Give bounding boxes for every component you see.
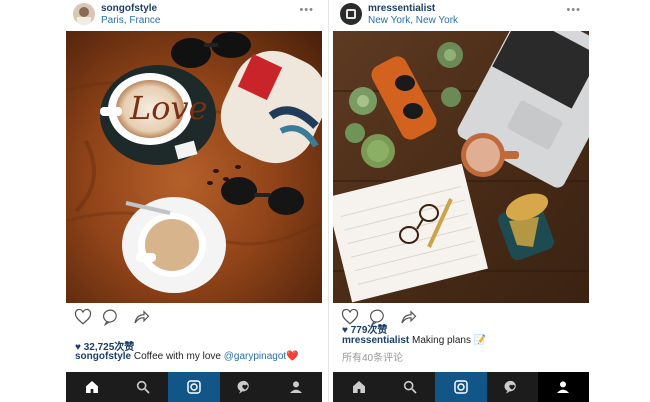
more-options-icon[interactable]: ••• xyxy=(299,4,314,16)
activity-icon xyxy=(504,380,516,394)
nav-search[interactable] xyxy=(117,372,168,402)
search-icon xyxy=(136,380,150,394)
camera-icon xyxy=(187,380,201,394)
caption-text: Coffee with my love xyxy=(131,351,224,362)
caption-mention[interactable]: @garypinagot xyxy=(224,351,286,362)
profile-icon xyxy=(557,381,570,393)
home-icon xyxy=(352,381,365,393)
caption: mressentialist Making plans 📝 xyxy=(342,335,486,346)
nav-activity[interactable] xyxy=(487,372,538,402)
bottom-nav xyxy=(66,372,322,402)
bottom-nav xyxy=(333,372,589,402)
location[interactable]: Paris, France xyxy=(101,15,160,26)
like-count[interactable]: ♥ 779次赞 xyxy=(342,321,387,336)
post-actions xyxy=(66,308,322,330)
caption-text: Making plans 📝 xyxy=(409,335,487,346)
comment-icon[interactable] xyxy=(103,308,123,328)
post-photo[interactable] xyxy=(333,31,589,303)
search-icon xyxy=(403,380,417,394)
profile-icon xyxy=(290,381,303,393)
post-mressentialist: mressentialist New York, New York ••• ♥ … xyxy=(333,0,589,402)
post-header: mressentialist New York, New York ••• xyxy=(333,0,589,31)
avatar[interactable] xyxy=(340,3,362,25)
activity-icon xyxy=(237,380,249,394)
username[interactable]: mressentialist xyxy=(368,3,435,14)
post-songofstyle: songofstyle Paris, France ••• Love ♥ 32,… xyxy=(66,0,322,402)
caption-username[interactable]: songofstyle xyxy=(75,351,131,362)
latte-art-text: Love xyxy=(129,89,208,127)
share-icon[interactable] xyxy=(399,308,419,328)
share-icon[interactable] xyxy=(132,308,152,328)
nav-search[interactable] xyxy=(384,372,435,402)
nav-home[interactable] xyxy=(66,372,117,402)
nav-profile[interactable] xyxy=(271,372,322,402)
nav-activity[interactable] xyxy=(220,372,271,402)
more-options-icon[interactable]: ••• xyxy=(566,4,581,16)
caption-username[interactable]: mressentialist xyxy=(342,335,409,346)
nav-profile[interactable] xyxy=(537,372,589,402)
heart-emoji-icon: ❤️ xyxy=(286,351,299,362)
nav-camera[interactable] xyxy=(435,372,487,402)
nav-home[interactable] xyxy=(333,372,384,402)
divider xyxy=(328,0,329,402)
location[interactable]: New York, New York xyxy=(368,15,458,26)
camera-icon xyxy=(454,380,468,394)
like-heart-icon[interactable] xyxy=(74,308,94,328)
view-comments-link[interactable]: 所有40条评论 xyxy=(342,349,403,364)
username[interactable]: songofstyle xyxy=(101,3,157,14)
caption: songofstyle Coffee with my love @garypin… xyxy=(75,351,299,362)
post-photo[interactable]: Love xyxy=(66,31,322,303)
home-icon xyxy=(85,381,98,393)
avatar[interactable] xyxy=(73,3,95,25)
post-header: songofstyle Paris, France ••• xyxy=(66,0,322,31)
nav-camera[interactable] xyxy=(168,372,220,402)
